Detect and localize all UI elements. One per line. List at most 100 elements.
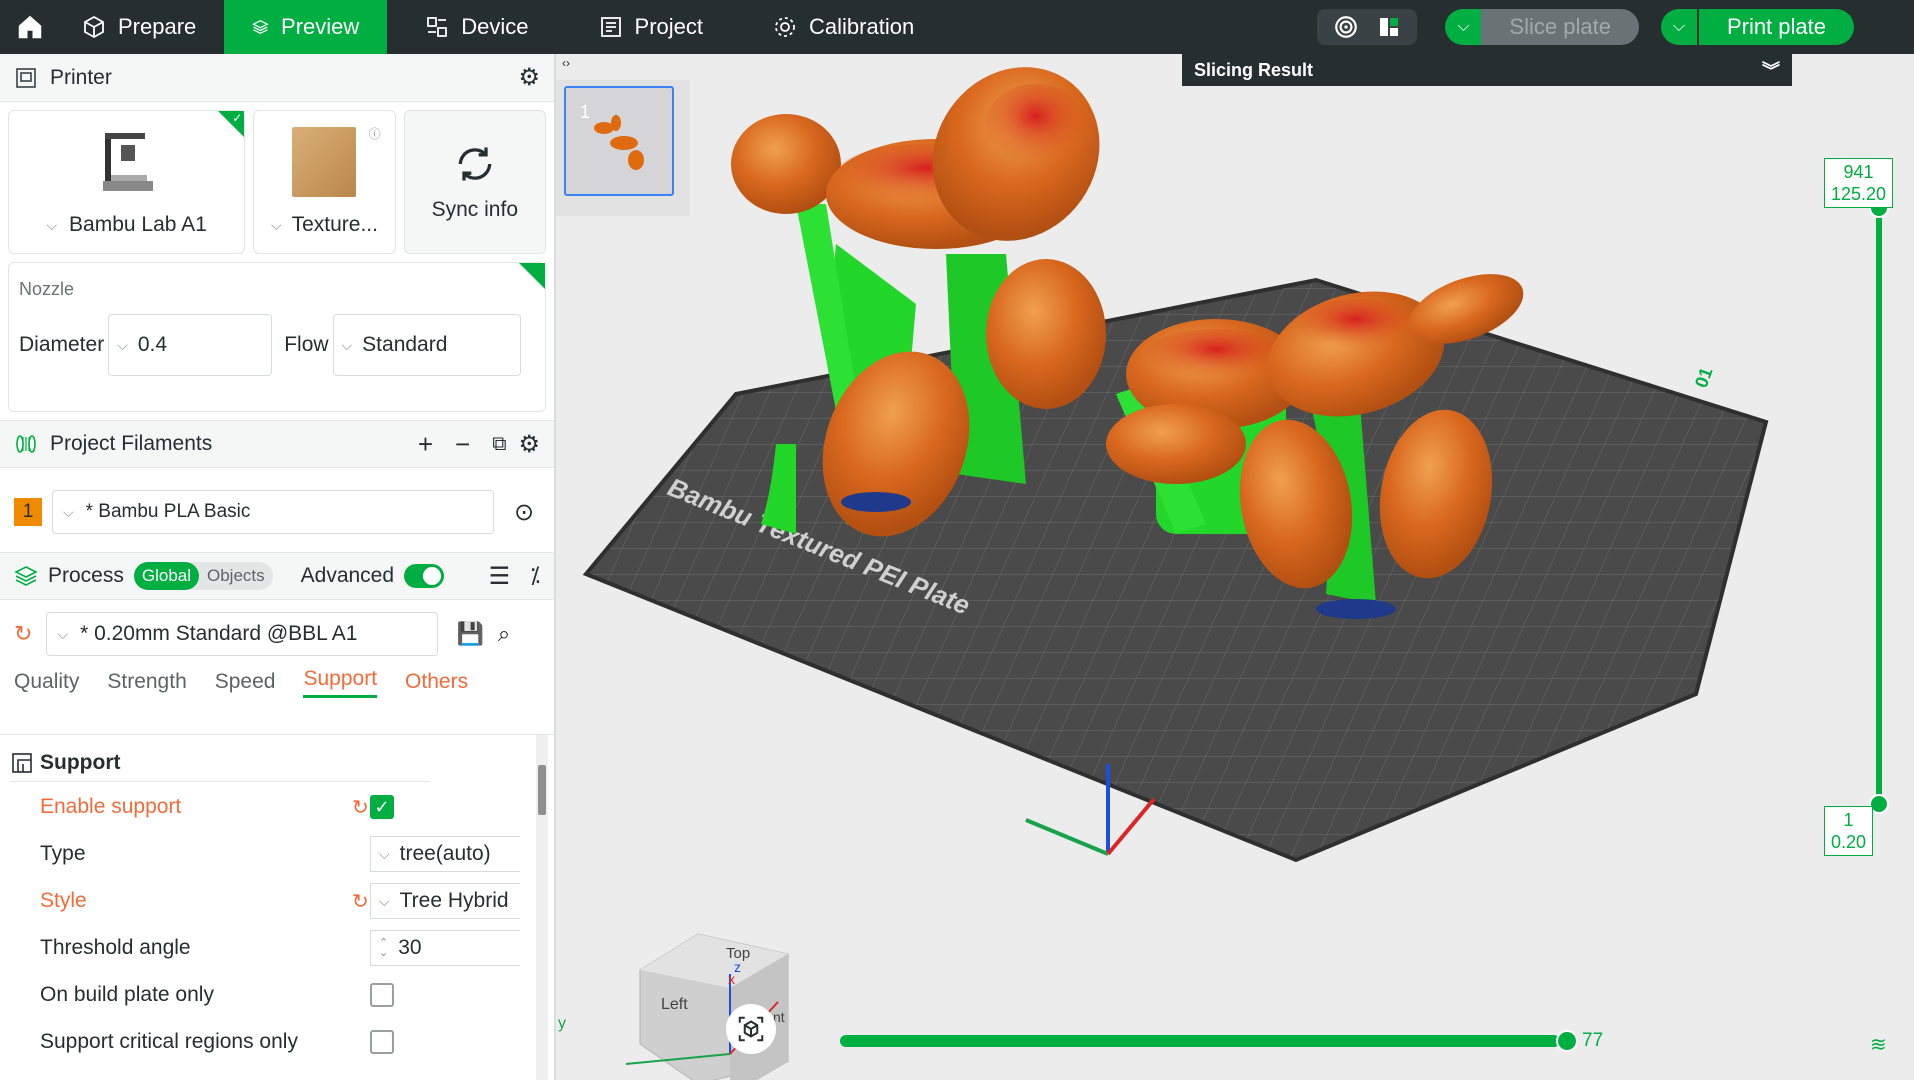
layer-top-readout: 941 125.20 — [1824, 158, 1894, 208]
tab-quality[interactable]: Quality — [14, 670, 79, 694]
move-slider-knob[interactable] — [1556, 1030, 1578, 1052]
plate-thumbnail-icon — [292, 127, 357, 197]
tab-project[interactable]: Project — [557, 0, 731, 54]
filament-chevron-icon: ⌵ — [63, 503, 74, 520]
support-style-combo[interactable]: ⌵ Tree Hybrid — [370, 883, 520, 919]
sync-info-button[interactable]: Sync info — [403, 110, 547, 254]
settings-scrollbar[interactable] — [536, 735, 548, 1080]
tab-support[interactable]: Support — [303, 667, 378, 698]
threshold-angle-label: Threshold angle — [40, 936, 191, 959]
multi-device-icon[interactable] — [1377, 15, 1401, 39]
3d-viewport[interactable]: ‹› 1 Slicing Result ︾ Bambu Textured PEI… — [556, 54, 1914, 1080]
remove-filament-minus-icon[interactable]: − — [455, 429, 470, 460]
save-preset-icon[interactable]: 💾 — [456, 621, 483, 647]
enable-support-reset-icon[interactable]: ↻ — [352, 795, 369, 820]
tab-prepare[interactable]: Prepare — [60, 0, 224, 54]
printer-name: Bambu Lab A1 — [69, 213, 207, 236]
cube-left-label[interactable]: Left — [661, 996, 688, 1013]
process-layers-icon — [14, 566, 38, 586]
tab-strength[interactable]: Strength — [107, 670, 186, 694]
plate-card[interactable]: ⓘ ⌵ Texture... — [253, 110, 396, 254]
add-filament-plus-icon[interactable]: + — [418, 429, 433, 460]
flow-chevron-icon: ⌵ — [341, 336, 353, 353]
support-icon — [12, 753, 32, 773]
camera-cube-icon — [738, 1016, 764, 1042]
advanced-label: Advanced — [300, 564, 395, 587]
settings-scrollbar-thumb[interactable] — [538, 765, 546, 815]
support-style-reset-icon[interactable]: ↻ — [352, 889, 369, 914]
tab-calibration[interactable]: Calibration — [731, 0, 942, 54]
build-plate-only-label: On build plate only — [40, 983, 214, 1006]
plate-info-icon[interactable]: ⓘ — [369, 125, 381, 142]
process-section-header: Process Global Objects Advanced ☰ ⁒ — [0, 552, 554, 600]
enable-support-label: Enable support — [40, 795, 182, 818]
process-preset-name: * 0.20mm Standard @BBL A1 — [80, 622, 358, 645]
filament-view-icon[interactable] — [1333, 14, 1359, 40]
objects-option[interactable]: Objects — [199, 566, 273, 586]
filament-sync-icon[interactable]: ⧉ — [492, 433, 506, 456]
left-sidebar: Printer ⚙ ⌵ Bambu Lab A1 ⓘ ⌵ Texture... … — [0, 54, 556, 1080]
nozzle-selected-check-icon — [519, 263, 545, 289]
search-settings-icon[interactable]: ⌕ — [498, 621, 510, 647]
list-view-icon[interactable]: ☰ — [489, 562, 511, 591]
home-button[interactable] — [0, 0, 60, 54]
tab-project-label: Project — [634, 14, 704, 39]
slice-dropdown-chevron-icon[interactable]: ⌵ — [1445, 9, 1482, 45]
tab-preview[interactable]: Preview — [224, 0, 388, 54]
printer-section-title: Printer — [50, 65, 112, 89]
plate-number-text: 01 — [1691, 365, 1717, 391]
slice-plate-button[interactable]: ⌵ Slice plate — [1445, 9, 1639, 45]
move-slider-track[interactable] — [840, 1035, 1560, 1047]
tab-calibration-label: Calibration — [809, 14, 915, 39]
build-plate-only-checkbox[interactable] — [370, 983, 394, 1007]
enable-support-row: Enable support ↻ ✓ — [40, 787, 520, 827]
move-slider-value: 77 — [1582, 1030, 1604, 1051]
filament-combo[interactable]: ⌵ * Bambu PLA Basic — [52, 490, 494, 534]
filament-settings-gear-icon[interactable]: ⚙ — [518, 430, 540, 459]
device-icon — [427, 17, 448, 37]
tab-device[interactable]: Device — [387, 0, 556, 54]
print-dropdown-chevron-icon[interactable]: ⌵ — [1660, 9, 1697, 45]
filaments-section-header: Project Filaments + − ⧉ ⚙ — [0, 420, 554, 468]
layer-slider-track[interactable] — [1876, 208, 1882, 804]
threshold-angle-spin[interactable]: ⌃ ⌄ 30 — [370, 930, 520, 966]
diameter-combo[interactable]: ⌵ 0.4 — [108, 314, 273, 376]
filament-more-icon[interactable]: ⊙ — [514, 498, 534, 527]
percent-compare-icon[interactable]: ⁒ — [530, 563, 540, 589]
process-preset-combo[interactable]: ⌵ * 0.20mm Standard @BBL A1 — [46, 612, 439, 656]
tab-others[interactable]: Others — [405, 670, 468, 694]
cube-icon — [84, 15, 104, 39]
print-plate-button[interactable]: ⌵ Print plate — [1660, 9, 1854, 45]
build-plate-scene[interactable]: Bambu Textured PEI Plate 01 Top Left z y… — [556, 54, 1914, 1080]
camera-reset-button[interactable] — [726, 1004, 776, 1054]
support-style-label: Style — [40, 889, 87, 912]
flow-combo[interactable]: ⌵ Standard — [332, 314, 521, 376]
layers-toggle-icon[interactable]: ≋ — [1870, 1032, 1887, 1057]
printer-card[interactable]: ⌵ Bambu Lab A1 — [8, 110, 246, 254]
global-option[interactable]: Global — [133, 562, 199, 590]
tab-speed[interactable]: Speed — [215, 670, 276, 694]
process-section-title: Process — [48, 564, 124, 587]
layer-bottom-readout: 1 0.20 — [1824, 806, 1874, 856]
global-objects-toggle[interactable]: Global Objects — [133, 562, 273, 590]
selected-check-icon — [218, 111, 245, 137]
support-group-title: Support — [40, 751, 121, 774]
critical-regions-row: Support critical regions only — [40, 1022, 520, 1062]
advanced-switch[interactable] — [404, 564, 445, 588]
diameter-chevron-icon: ⌵ — [117, 336, 128, 353]
spin-arrows-icon[interactable]: ⌃ ⌄ — [379, 938, 388, 959]
slice-plate-label: Slice plate — [1481, 9, 1639, 45]
support-type-row: Type ⌵ tree(auto) — [40, 834, 520, 874]
plate-name: Texture... — [291, 213, 378, 236]
preset-reset-icon[interactable]: ↻ — [14, 621, 32, 647]
diameter-value: 0.4 — [137, 333, 168, 356]
support-style-row: Style ↻ ⌵ Tree Hybrid — [40, 881, 520, 921]
printer-thumbnail-icon — [102, 133, 153, 191]
flow-value: Standard — [362, 333, 448, 356]
view-mode-toggle[interactable] — [1317, 9, 1418, 45]
critical-regions-checkbox[interactable] — [370, 1030, 394, 1054]
build-plate-only-row: On build plate only — [40, 975, 520, 1015]
enable-support-checkbox[interactable]: ✓ — [370, 795, 394, 819]
support-type-combo[interactable]: ⌵ tree(auto) — [370, 836, 520, 872]
printer-settings-gear-icon[interactable]: ⚙ — [518, 63, 540, 92]
